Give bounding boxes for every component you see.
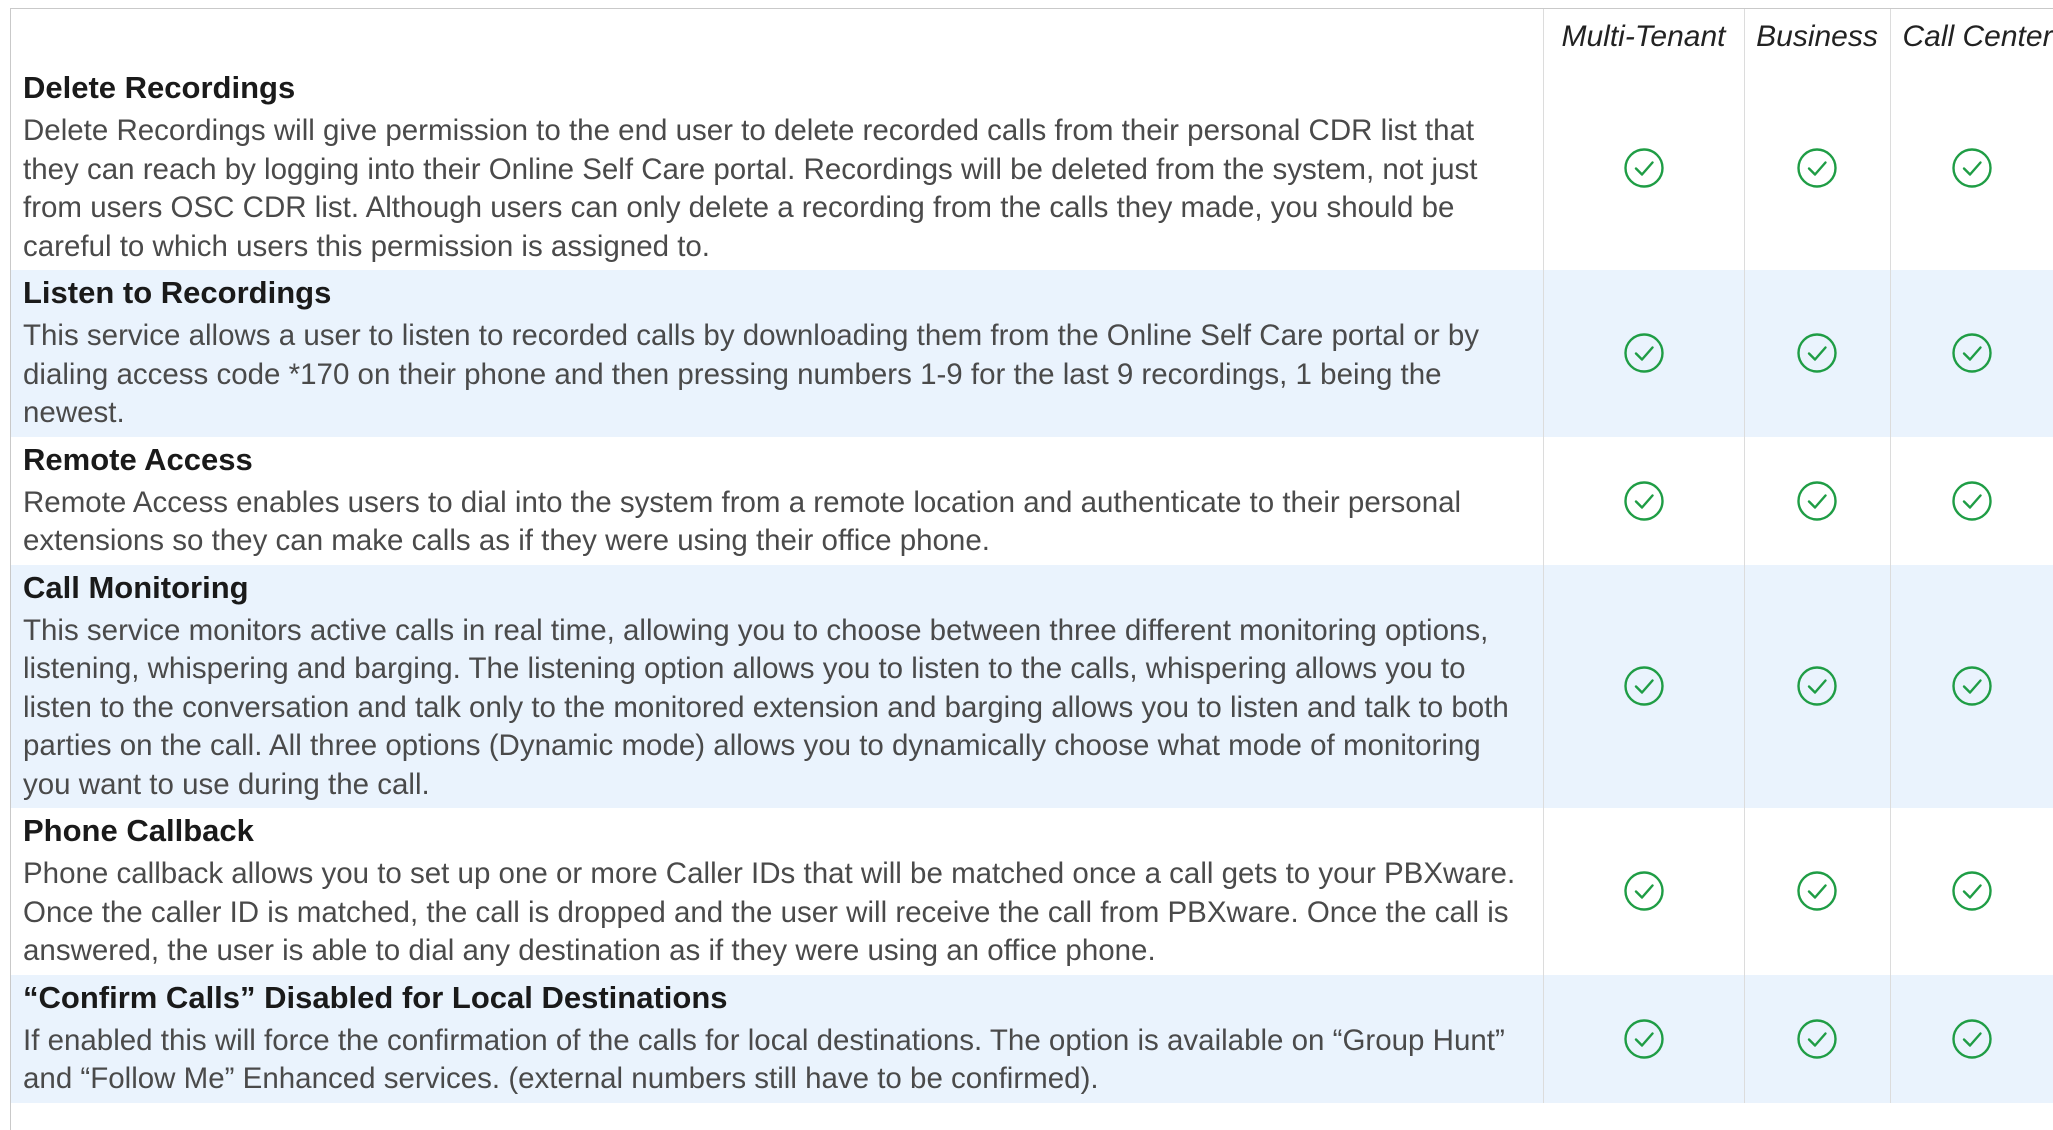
check-circle-icon xyxy=(1623,332,1665,374)
check-circle-icon xyxy=(1951,147,1993,189)
check-circle-icon xyxy=(1796,665,1838,707)
call-center-cell xyxy=(1890,564,2053,808)
business-cell xyxy=(1744,270,1891,437)
feature-title: Delete Recordings xyxy=(23,70,296,105)
table-row: “Confirm Calls” Disabled for Local Desti… xyxy=(11,974,2053,1103)
feature-cell: Phone Callback Phone callback allows you… xyxy=(11,808,1544,975)
call-center-cell xyxy=(1890,974,2053,1103)
header-multi-tenant: Multi-Tenant xyxy=(1543,9,1745,65)
feature-title: Phone Callback xyxy=(23,813,254,848)
check-circle-icon xyxy=(1623,147,1665,189)
check-circle-icon xyxy=(1951,1018,1993,1060)
multi-tenant-cell xyxy=(1543,65,1745,270)
call-center-cell xyxy=(1890,65,2053,270)
check-circle-icon xyxy=(1623,1018,1665,1060)
feature-cell: Delete Recordings Delete Recordings will… xyxy=(11,65,1544,270)
check-circle-icon xyxy=(1951,870,1993,912)
check-circle-icon xyxy=(1623,870,1665,912)
multi-tenant-cell xyxy=(1543,564,1745,808)
feature-title: “Confirm Calls” Disabled for Local Desti… xyxy=(23,979,728,1015)
feature-description: If enabled this will force the confirmat… xyxy=(23,1023,1505,1096)
feature-cell: Remote Access Remote Access enables user… xyxy=(11,436,1544,565)
check-circle-icon xyxy=(1796,332,1838,374)
table-row: Delete Recordings Delete Recordings will… xyxy=(11,65,2053,270)
business-cell xyxy=(1744,974,1891,1103)
multi-tenant-cell xyxy=(1543,270,1745,437)
business-cell xyxy=(1744,564,1891,808)
feature-cell: Listen to Recordings This service allows… xyxy=(11,270,1544,437)
feature-description: Delete Recordings will give permission t… xyxy=(23,114,1478,263)
feature-description: This service allows a user to listen to … xyxy=(23,319,1480,429)
table-row: Remote Access Remote Access enables user… xyxy=(11,436,2053,565)
check-circle-icon xyxy=(1796,1018,1838,1060)
call-center-cell xyxy=(1890,808,2053,975)
check-circle-icon xyxy=(1951,480,1993,522)
header-call-center: Call Center xyxy=(1890,9,2053,65)
call-center-cell xyxy=(1890,437,2053,565)
check-circle-icon xyxy=(1623,480,1665,522)
check-circle-icon xyxy=(1796,870,1838,912)
feature-title: Call Monitoring xyxy=(23,569,249,605)
check-circle-icon xyxy=(1951,665,1993,707)
table-row: Call Monitoring This service monitors ac… xyxy=(11,564,2053,808)
feature-cell: Call Monitoring This service monitors ac… xyxy=(11,564,1544,808)
check-circle-icon xyxy=(1951,332,1993,374)
multi-tenant-cell xyxy=(1543,436,1745,565)
feature-cell: “Confirm Calls” Disabled for Local Desti… xyxy=(11,974,1544,1103)
feature-description: This service monitors active calls in re… xyxy=(23,613,1509,801)
table-row: Listen to Recordings This service allows… xyxy=(11,270,2053,437)
feature-description: Remote Access enables users to dial into… xyxy=(23,485,1462,558)
multi-tenant-cell xyxy=(1543,974,1745,1103)
business-cell xyxy=(1744,808,1891,975)
feature-title: Remote Access xyxy=(23,441,253,477)
table-header-row: Multi-Tenant Business Call Center xyxy=(11,9,2053,65)
check-circle-icon xyxy=(1796,147,1838,189)
feature-title: Listen to Recordings xyxy=(23,275,332,310)
header-feature-column xyxy=(11,9,1544,65)
multi-tenant-cell xyxy=(1543,808,1745,975)
check-circle-icon xyxy=(1796,480,1838,522)
feature-description: Phone callback allows you to set up one … xyxy=(23,857,1516,967)
header-business: Business xyxy=(1744,9,1891,65)
feature-comparison-table-frame: Multi-Tenant Business Call Center Delete… xyxy=(10,8,2053,1130)
business-cell xyxy=(1744,65,1891,270)
table-row: Phone Callback Phone callback allows you… xyxy=(11,808,2053,975)
feature-comparison-table: Multi-Tenant Business Call Center Delete… xyxy=(11,9,2053,1103)
check-circle-icon xyxy=(1623,665,1665,707)
call-center-cell xyxy=(1890,270,2053,437)
business-cell xyxy=(1744,436,1891,565)
